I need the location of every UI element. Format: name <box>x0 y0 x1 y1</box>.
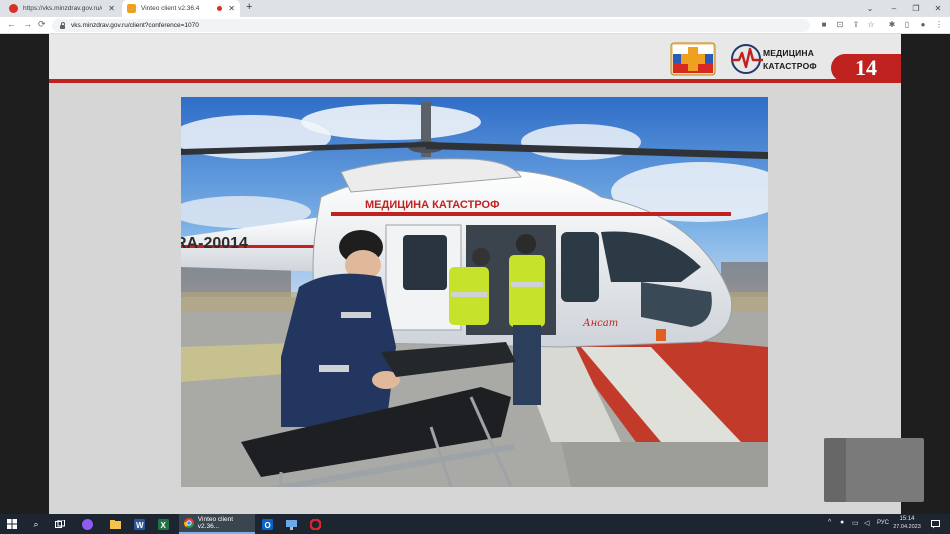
brand-wordmark: МЕДИЦИНА КАТАСТРОФ <box>763 47 817 73</box>
address-bar[interactable]: vks.minzdrav.gov.ru/client?conference=10… <box>52 19 810 32</box>
forward-button[interactable]: → <box>23 19 32 29</box>
presentation-slide: МЕДИЦИНА КАТАСТРОФ 14 МЕДИЦИНА КАТАСТРОФ… <box>49 34 901 514</box>
slide-header-divider <box>49 79 901 83</box>
tray-clock[interactable]: 15:14 27.04.2023 <box>893 515 921 532</box>
new-tab-button[interactable]: + <box>246 1 252 13</box>
volume-icon[interactable]: ◁ <box>864 519 869 527</box>
opera-icon[interactable] <box>309 517 321 531</box>
input-language[interactable]: РУС <box>877 520 889 526</box>
minimize-button[interactable]: – <box>882 0 906 17</box>
slide-number-badge: 14 <box>831 54 901 82</box>
self-view-video-tile[interactable] <box>824 438 924 502</box>
brand-line-1: МЕДИЦИНА <box>763 48 815 58</box>
heartbeat-logo-icon <box>731 44 763 74</box>
reload-button[interactable]: ⟳ <box>38 19 46 30</box>
file-explorer-icon[interactable] <box>109 517 121 531</box>
excel-icon[interactable]: X <box>157 517 169 531</box>
recording-indicator-icon <box>217 6 223 11</box>
tab-search-chevron-icon[interactable]: ⌄ <box>858 0 882 17</box>
disaster-medicine-emblem-icon <box>670 42 716 76</box>
profile-avatar-icon[interactable]: ● <box>919 21 927 29</box>
conference-content: МЕДИЦИНА КАТАСТРОФ 14 МЕДИЦИНА КАТАСТРОФ… <box>0 34 950 514</box>
alice-assistant-icon[interactable] <box>81 517 93 531</box>
tray-overflow-chevron-icon[interactable]: ^ <box>828 519 831 526</box>
tab-close-icon[interactable]: ✕ <box>108 4 115 13</box>
outlook-icon[interactable]: O <box>261 517 273 531</box>
microphone-icon[interactable]: ● <box>840 519 844 526</box>
extensions-icon[interactable]: ✱ <box>888 21 896 29</box>
camera-icon[interactable]: ■ <box>820 21 828 29</box>
clock-date: 27.04.2023 <box>893 524 921 530</box>
restore-button[interactable]: ❐ <box>904 0 928 17</box>
task-view-icon[interactable] <box>54 517 66 531</box>
lock-icon <box>60 21 65 29</box>
close-window-button[interactable]: ✕ <box>926 0 950 17</box>
brand-line-2: КАТАСТРОФ <box>763 61 817 71</box>
browser-tab-1[interactable]: https://vks.minzdrav.gov.ru/client ✕ <box>4 0 120 17</box>
tab-title: Vinteo client v2.36.4 <box>141 5 200 12</box>
svg-text:O: O <box>264 521 270 530</box>
taskbar-chrome-button[interactable]: Vinteo client v2.36... <box>179 514 255 534</box>
svg-text:W: W <box>136 521 144 530</box>
tab-title: https://vks.minzdrav.gov.ru/client <box>23 5 102 12</box>
notifications-icon[interactable] <box>929 517 941 531</box>
address-text: vks.minzdrav.gov.ru/client?conference=10… <box>71 22 199 29</box>
vinteo-favicon-icon <box>127 4 136 13</box>
network-icon[interactable]: ▭ <box>852 519 859 527</box>
browser-tab-strip: https://vks.minzdrav.gov.ru/client ✕ Vin… <box>0 0 950 17</box>
share-icon[interactable]: ⇪ <box>852 21 860 29</box>
svg-text:X: X <box>160 521 166 530</box>
chrome-icon <box>184 518 194 528</box>
tail-number-text: RA-20014 <box>181 235 248 252</box>
menu-kebab-icon[interactable]: ⋮ <box>935 21 943 29</box>
search-icon[interactable]: ⌕ <box>30 517 42 531</box>
browser-tab-2[interactable]: Vinteo client v2.36.4 ✕ <box>122 0 240 17</box>
yandex-favicon-icon <box>9 4 18 13</box>
helicopter-livery-text: МЕДИЦИНА КАТАСТРОФ <box>365 199 499 211</box>
start-windows-icon[interactable] <box>6 517 18 531</box>
sidebar-icon[interactable]: ▯ <box>903 21 911 29</box>
back-button[interactable]: ← <box>7 19 16 29</box>
bookmark-star-icon[interactable]: ☆ <box>867 21 875 29</box>
taskbar-chrome-label: Vinteo client v2.36... <box>197 516 234 530</box>
install-icon[interactable]: ⊡ <box>836 21 844 29</box>
word-icon[interactable]: W <box>133 517 145 531</box>
remote-desktop-icon[interactable] <box>285 517 297 531</box>
clock-time: 15:14 <box>899 516 915 522</box>
browser-toolbar: ← → ⟳ vks.minzdrav.gov.ru/client?confere… <box>0 17 950 34</box>
windows-taskbar: ⌕ W X Vinteo client v2.36... O ^ ● ▭ ◁ Р… <box>0 514 950 534</box>
helicopter-photo: МЕДИЦИНА КАТАСТРОФ RA-20014 Ансат <box>181 97 768 487</box>
model-script-text: Ансат <box>582 318 618 329</box>
tab-close-icon[interactable]: ✕ <box>228 4 235 13</box>
